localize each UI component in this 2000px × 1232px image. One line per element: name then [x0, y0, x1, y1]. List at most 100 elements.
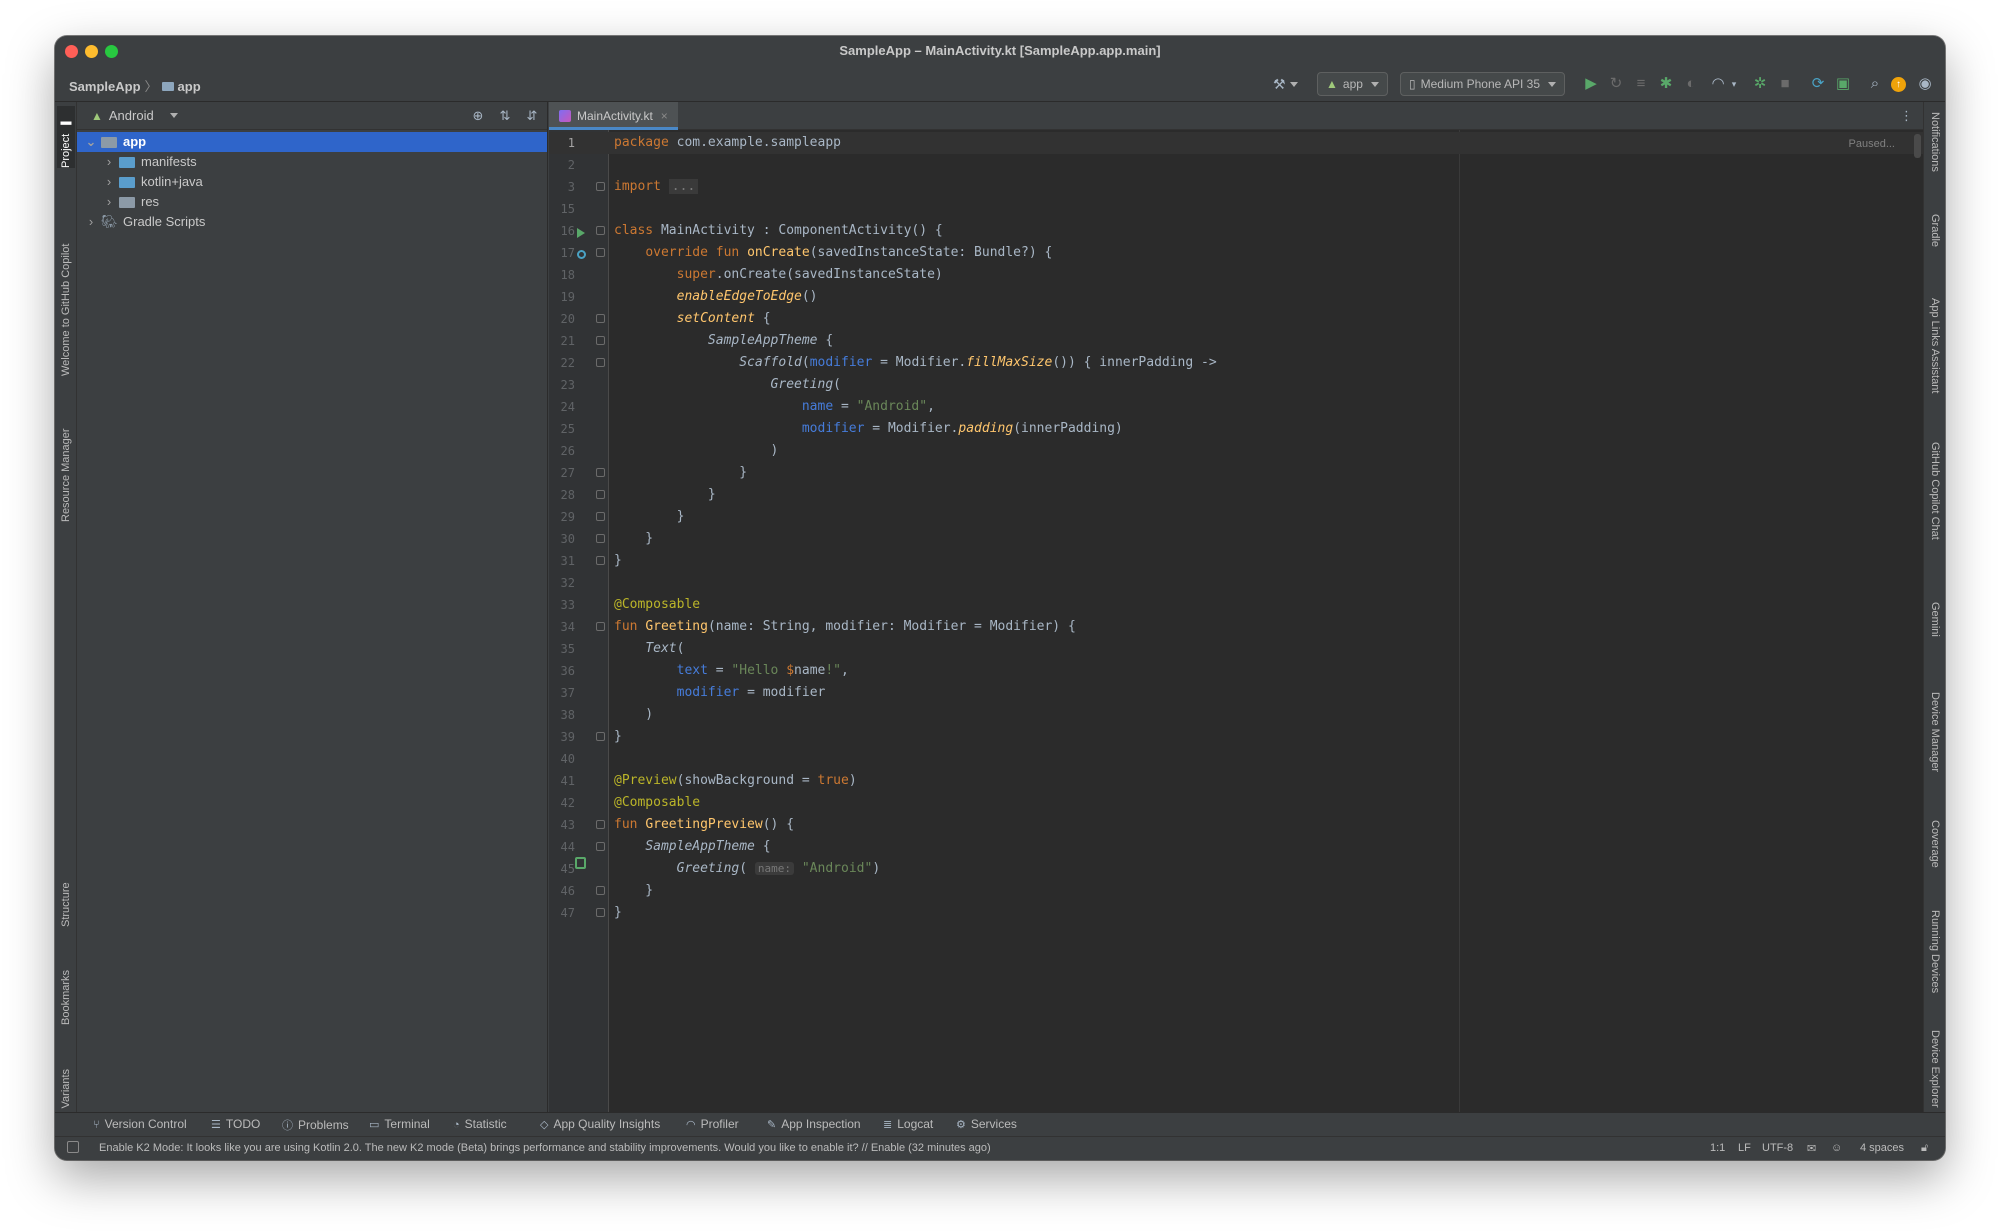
rerun-icon[interactable]: ↻	[1607, 75, 1625, 93]
override-gutter-icon[interactable]	[577, 250, 586, 259]
debug-bug-icon[interactable]: ✲	[1751, 75, 1769, 93]
tree-item[interactable]: ⌄ app	[77, 132, 547, 152]
code-line[interactable]: 25 modifier = Modifier.padding(innerPadd…	[549, 418, 1923, 440]
code-line[interactable]: 17 override fun onCreate(savedInstanceSt…	[549, 242, 1923, 264]
fold-marker-icon[interactable]	[596, 732, 605, 741]
fold-marker-icon[interactable]	[596, 248, 605, 257]
code-line[interactable]: 19 enableEdgeToEdge()	[549, 286, 1923, 308]
code-line[interactable]: 31}	[549, 550, 1923, 572]
fold-marker-icon[interactable]	[596, 622, 605, 631]
debug-icon[interactable]: ✱	[1657, 75, 1675, 93]
tab-mainactivity[interactable]: MainActivity.kt ×	[549, 102, 678, 130]
gemini-tool-tab[interactable]: Gemini	[1926, 602, 1944, 662]
fold-marker-icon[interactable]	[596, 512, 605, 521]
code-line[interactable]: 3 import ...	[549, 176, 1923, 198]
toggle-tool-windows-icon[interactable]	[67, 1141, 79, 1153]
close-tab-icon[interactable]: ×	[661, 109, 668, 123]
code-line[interactable]: 20 setContent {	[549, 308, 1923, 330]
tree-item[interactable]: › kotlin+java	[77, 172, 547, 192]
tree-item[interactable]: › manifests	[77, 152, 547, 172]
preview-gutter-icon[interactable]	[575, 857, 586, 869]
fold-marker-icon[interactable]	[596, 182, 605, 191]
collapse-all-icon[interactable]: ⇵	[523, 107, 541, 125]
chevron-down-icon[interactable]: ⌄	[85, 132, 97, 152]
account-icon[interactable]: ◉	[1916, 75, 1934, 93]
code-line[interactable]: 45 Greeting( name: "Android")	[549, 858, 1923, 880]
code-line[interactable]: 28 }	[549, 484, 1923, 506]
copilot-chat-tool-tab[interactable]: GitHub Copilot Chat	[1926, 442, 1944, 582]
code-line[interactable]: 44 SampleAppTheme {	[549, 836, 1923, 858]
maximize-window-button[interactable]	[105, 45, 118, 58]
close-window-button[interactable]	[65, 45, 78, 58]
profiler-tab[interactable]: ◠ Profiler	[686, 1117, 739, 1131]
more-tabs-icon[interactable]: ⋮	[1900, 108, 1913, 124]
fold-marker-icon[interactable]	[596, 908, 605, 917]
run-icon[interactable]: ▶	[1582, 75, 1600, 93]
fold-marker-icon[interactable]	[596, 314, 605, 323]
code-line[interactable]: 2	[549, 154, 1923, 176]
chevron-right-icon[interactable]: ›	[103, 192, 115, 212]
sync-gradle-icon[interactable]: ⟳	[1809, 75, 1827, 93]
code-line[interactable]: 46 }	[549, 880, 1923, 902]
attach-debugger-icon[interactable]: ◐	[1682, 75, 1700, 93]
statistic-tab[interactable]: ◔ Statistic	[453, 1117, 507, 1131]
device-select[interactable]: ▯ Medium Phone API 35	[1400, 72, 1566, 96]
code-line[interactable]: 40	[549, 748, 1923, 770]
fold-marker-icon[interactable]	[596, 820, 605, 829]
logcat-tab[interactable]: ≣ Logcat	[883, 1117, 933, 1131]
search-icon[interactable]: ⌕	[1866, 75, 1884, 93]
stop-icon[interactable]: ■	[1776, 75, 1794, 93]
code-line[interactable]: 36 text = "Hello $name!",	[549, 660, 1923, 682]
run-config-select[interactable]: ▲ app	[1317, 72, 1388, 96]
build-hammer-button[interactable]: ⚒	[1273, 72, 1298, 96]
file-encoding[interactable]: UTF-8	[1762, 1142, 1793, 1154]
indent-setting[interactable]: 4 spaces	[1860, 1142, 1904, 1154]
notifications-status-icon[interactable]: ✉	[1807, 1142, 1816, 1155]
code-line[interactable]: 42 @Composable	[549, 792, 1923, 814]
app-links-tool-tab[interactable]: App Links Assistant	[1926, 298, 1944, 428]
project-tool-tab[interactable]: Project ▬	[57, 106, 75, 168]
status-message[interactable]: Enable K2 Mode: It looks like you are us…	[99, 1142, 991, 1154]
code-line[interactable]: 26 )	[549, 440, 1923, 462]
chevron-right-icon[interactable]: ›	[103, 172, 115, 192]
fold-marker-icon[interactable]	[596, 842, 605, 851]
resource-manager-tool-tab[interactable]: Resource Manager	[57, 402, 75, 522]
todo-tab[interactable]: ☰ TODO	[211, 1117, 260, 1131]
copilot-status-icon[interactable]: ☺	[1831, 1142, 1842, 1154]
code-line[interactable]: 39}	[549, 726, 1923, 748]
problems-tab[interactable]: ⓘ Problems	[282, 1117, 349, 1133]
fold-marker-icon[interactable]	[596, 534, 605, 543]
code-line[interactable]: 16 class MainActivity : ComponentActivity…	[549, 220, 1923, 242]
code-line[interactable]: 27 }	[549, 462, 1923, 484]
run-gutter-icon[interactable]	[577, 228, 585, 238]
expand-all-icon[interactable]: ⇅	[496, 107, 514, 125]
copilot-welcome-tool-tab[interactable]: Welcome to GitHub Copilot	[57, 216, 75, 376]
fold-marker-icon[interactable]	[596, 468, 605, 477]
code-line[interactable]: 43 fun GreetingPreview() {	[549, 814, 1923, 836]
project-view-select[interactable]: ▲ Android	[91, 108, 178, 123]
code-line[interactable]: 22 Scaffold(modifier = Modifier.fillMaxS…	[549, 352, 1923, 374]
fold-marker-icon[interactable]	[596, 226, 605, 235]
code-line[interactable]: 41 @Preview(showBackground = true)	[549, 770, 1923, 792]
terminal-tab[interactable]: ▭ Terminal	[369, 1117, 430, 1131]
tree-item[interactable]: › 🐘︎ Gradle Scripts	[77, 212, 547, 232]
code-line[interactable]: 29 }	[549, 506, 1923, 528]
breadcrumb-project[interactable]: SampleApp	[69, 79, 141, 94]
code-line[interactable]: 15	[549, 198, 1923, 220]
notifications-tool-tab[interactable]: Notifications	[1926, 112, 1944, 202]
caret-position[interactable]: 1:1	[1710, 1142, 1725, 1154]
fold-marker-icon[interactable]	[596, 556, 605, 565]
version-control-tab[interactable]: ⑂ Version Control	[93, 1117, 187, 1131]
updates-icon[interactable]: ↑	[1891, 77, 1906, 92]
bookmarks-tool-tab[interactable]: Bookmarks	[57, 950, 75, 1025]
code-line[interactable]: 24 name = "Android",	[549, 396, 1923, 418]
device-mirror-icon[interactable]: ▣	[1834, 75, 1852, 93]
profile-dropdown-icon[interactable]: ▾	[1725, 75, 1743, 93]
chevron-right-icon[interactable]: ›	[85, 212, 97, 232]
fold-marker-icon[interactable]	[596, 886, 605, 895]
tree-item[interactable]: › res	[77, 192, 547, 212]
coverage-tool-tab[interactable]: Coverage	[1926, 820, 1944, 890]
breadcrumb-module[interactable]: app	[178, 79, 201, 94]
running-devices-tool-tab[interactable]: Running Devices	[1926, 910, 1944, 1020]
lock-icon[interactable]: 🔓︎	[1921, 1142, 1928, 1155]
